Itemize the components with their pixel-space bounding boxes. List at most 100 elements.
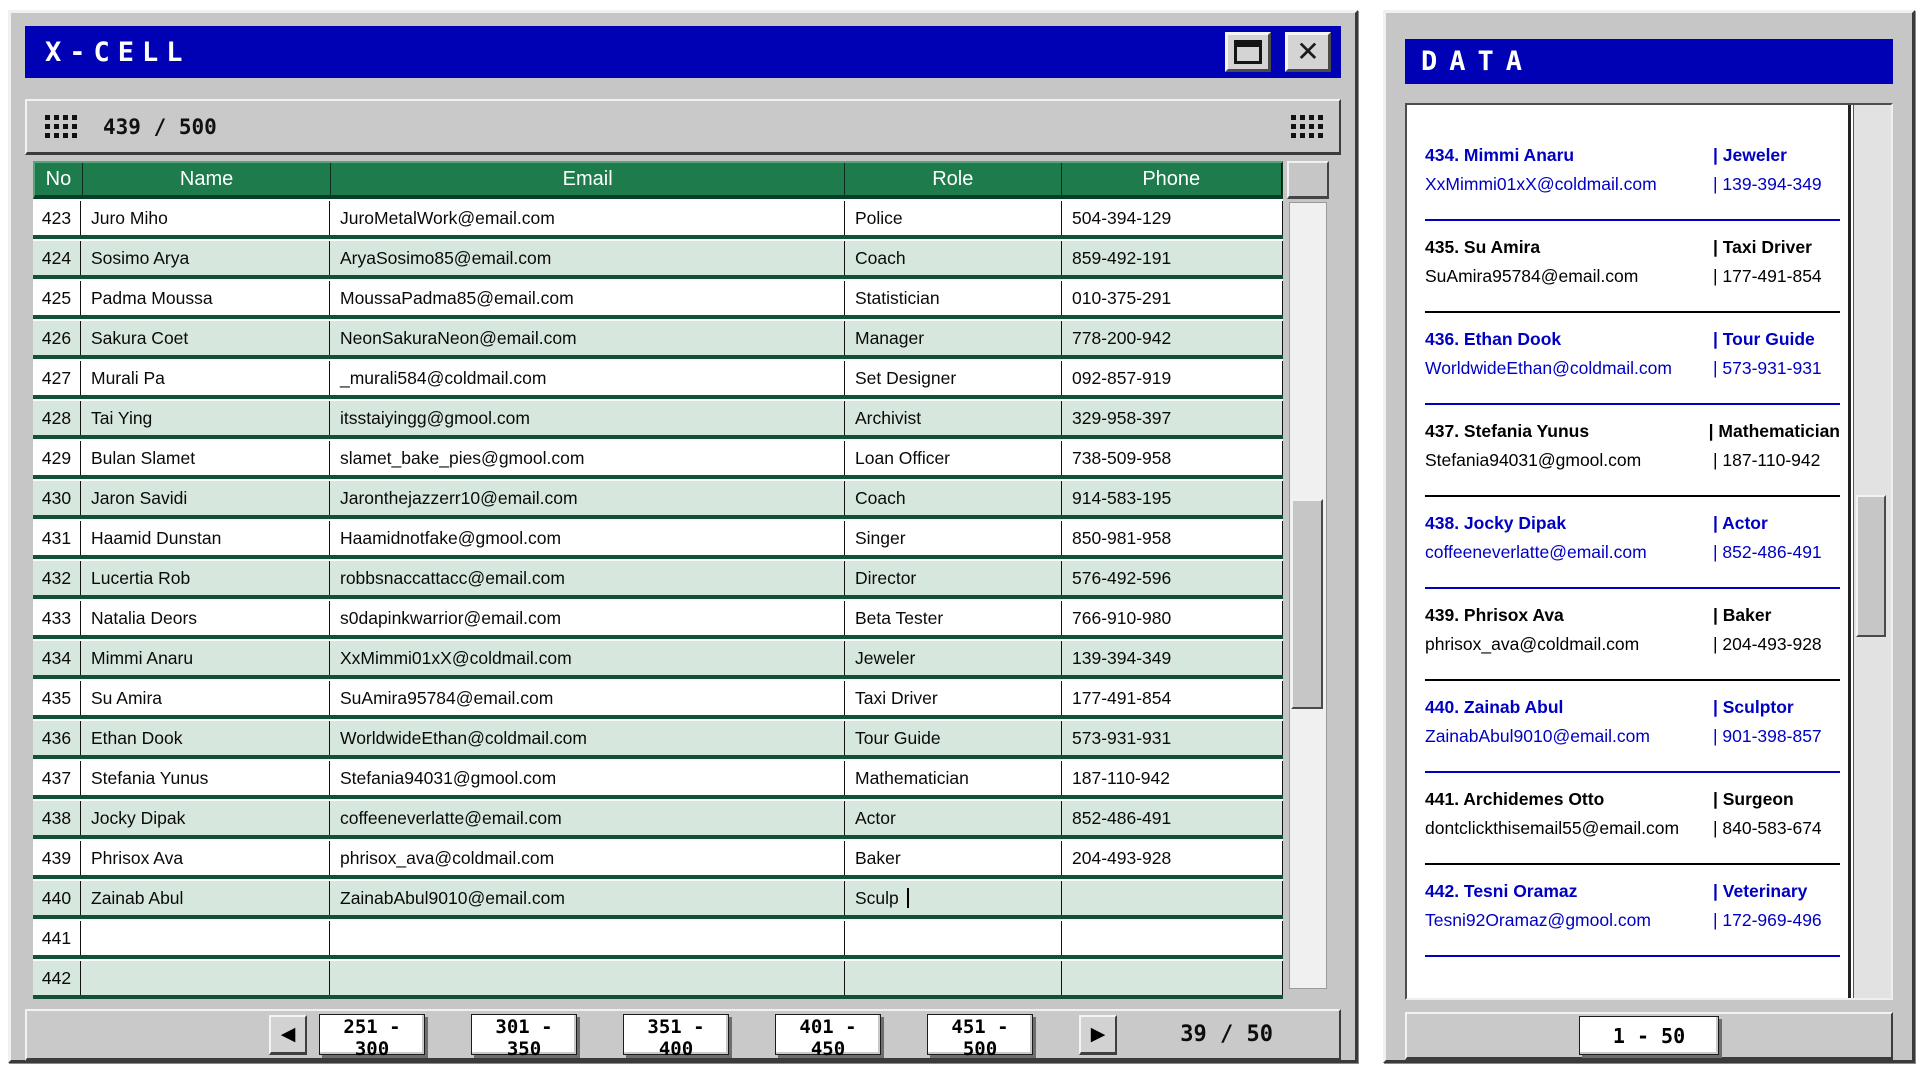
cell-role[interactable]: Baker <box>844 841 1061 875</box>
cell-email[interactable]: AryaSosimo85@email.com <box>329 241 844 275</box>
cell-email[interactable]: phrisox_ava@coldmail.com <box>329 841 844 875</box>
page-button-301-350[interactable]: 301 - 350 <box>471 1014 577 1055</box>
cell-no[interactable]: 423 <box>33 201 80 235</box>
cell-role[interactable]: Police <box>844 201 1061 235</box>
cell-role[interactable]: Loan Officer <box>844 441 1061 475</box>
cell-phone[interactable] <box>1061 961 1283 995</box>
cell-email[interactable]: s0dapinkwarrior@email.com <box>329 601 844 635</box>
cell-name[interactable]: Sosimo Arya <box>80 241 329 275</box>
cell-role[interactable]: Coach <box>844 241 1061 275</box>
table-scrollbar[interactable] <box>1287 161 1329 989</box>
cell-no[interactable]: 433 <box>33 601 80 635</box>
cell-no[interactable]: 442 <box>33 961 80 995</box>
cell-name[interactable]: Stefania Yunus <box>80 761 329 795</box>
cell-phone[interactable]: 778-200-942 <box>1061 321 1283 355</box>
cell-email[interactable]: slamet_bake_pies@gmool.com <box>329 441 844 475</box>
cell-email[interactable]: itsstaiyingg@gmool.com <box>329 401 844 435</box>
cell-phone[interactable]: 859-492-191 <box>1061 241 1283 275</box>
cell-name[interactable]: Jocky Dipak <box>80 801 329 835</box>
cell-email[interactable]: XxMimmi01xX@coldmail.com <box>329 641 844 675</box>
page-button-401-450[interactable]: 401 - 450 <box>775 1014 881 1055</box>
prev-page-button[interactable]: ◀ <box>269 1015 307 1055</box>
cell-phone[interactable]: 187-110-942 <box>1061 761 1283 795</box>
cell-name[interactable]: Haamid Dunstan <box>80 521 329 555</box>
cell-name[interactable]: Bulan Slamet <box>80 441 329 475</box>
cell-name[interactable]: Murali Pa <box>80 361 329 395</box>
cell-email[interactable]: ZainabAbul9010@email.com <box>329 881 844 915</box>
cell-role[interactable]: Statistician <box>844 281 1061 315</box>
close-button[interactable]: ✕ <box>1285 32 1331 72</box>
cell-name[interactable]: Jaron Savidi <box>80 481 329 515</box>
cell-role[interactable]: Taxi Driver <box>844 681 1061 715</box>
cell-no[interactable]: 438 <box>33 801 80 835</box>
cell-phone[interactable]: 573-931-931 <box>1061 721 1283 755</box>
cell-name[interactable] <box>80 921 329 955</box>
cell-role[interactable]: Jeweler <box>844 641 1061 675</box>
page-button-351-400[interactable]: 351 - 400 <box>623 1014 729 1055</box>
cell-role[interactable]: Tour Guide <box>844 721 1061 755</box>
cell-email[interactable]: Jaronthejazzerr10@email.com <box>329 481 844 515</box>
next-page-button[interactable]: ▶ <box>1079 1015 1117 1055</box>
data-scrollbar[interactable] <box>1853 105 1891 998</box>
maximize-button[interactable] <box>1225 32 1271 72</box>
cell-phone[interactable]: 177-491-854 <box>1061 681 1283 715</box>
cell-role[interactable]: Coach <box>844 481 1061 515</box>
cell-role[interactable]: Mathematician <box>844 761 1061 795</box>
scrollbar-thumb[interactable] <box>1291 499 1323 709</box>
cell-no[interactable]: 437 <box>33 761 80 795</box>
cell-role[interactable] <box>844 961 1061 995</box>
cell-no[interactable]: 432 <box>33 561 80 595</box>
cell-name[interactable]: Tai Ying <box>80 401 329 435</box>
cell-no[interactable]: 426 <box>33 321 80 355</box>
cell-name[interactable]: Su Amira <box>80 681 329 715</box>
cell-name[interactable]: Sakura Coet <box>80 321 329 355</box>
page-button-451-500[interactable]: 451 - 500 <box>927 1014 1033 1055</box>
cell-email[interactable]: _murali584@coldmail.com <box>329 361 844 395</box>
cell-no[interactable]: 428 <box>33 401 80 435</box>
cell-name[interactable]: Mimmi Anaru <box>80 641 329 675</box>
cell-phone[interactable]: 139-394-349 <box>1061 641 1283 675</box>
cell-phone[interactable]: 329-958-397 <box>1061 401 1283 435</box>
cell-name[interactable]: Zainab Abul <box>80 881 329 915</box>
data-scrollbar-thumb[interactable] <box>1856 495 1886 637</box>
cell-role[interactable] <box>844 921 1061 955</box>
cell-phone[interactable]: 092-857-919 <box>1061 361 1283 395</box>
cell-email[interactable]: NeonSakuraNeon@email.com <box>329 321 844 355</box>
cell-phone[interactable]: 914-583-195 <box>1061 481 1283 515</box>
cell-email[interactable]: Stefania94031@gmool.com <box>329 761 844 795</box>
cell-phone[interactable]: 766-910-980 <box>1061 601 1283 635</box>
cell-name[interactable]: Juro Miho <box>80 201 329 235</box>
cell-no[interactable]: 440 <box>33 881 80 915</box>
cell-phone[interactable]: 576-492-596 <box>1061 561 1283 595</box>
cell-name[interactable] <box>80 961 329 995</box>
cell-no[interactable]: 441 <box>33 921 80 955</box>
cell-phone[interactable]: 852-486-491 <box>1061 801 1283 835</box>
cell-phone[interactable]: 504-394-129 <box>1061 201 1283 235</box>
cell-phone[interactable] <box>1061 921 1283 955</box>
cell-email[interactable]: robbsnaccattacc@email.com <box>329 561 844 595</box>
cell-name[interactable]: Natalia Deors <box>80 601 329 635</box>
cell-role[interactable]: Manager <box>844 321 1061 355</box>
cell-email[interactable]: WorldwideEthan@coldmail.com <box>329 721 844 755</box>
cell-role[interactable]: Sculp <box>844 881 1061 915</box>
scrollbar-track[interactable] <box>1289 202 1327 989</box>
cell-email[interactable]: MoussaPadma85@email.com <box>329 281 844 315</box>
page-button-251-300[interactable]: 251 - 300 <box>319 1014 425 1055</box>
cell-role[interactable]: Beta Tester <box>844 601 1061 635</box>
cell-no[interactable]: 434 <box>33 641 80 675</box>
cell-role[interactable]: Director <box>844 561 1061 595</box>
cell-phone[interactable]: 204-493-928 <box>1061 841 1283 875</box>
data-titlebar[interactable]: DATA <box>1405 39 1893 84</box>
cell-role[interactable]: Set Designer <box>844 361 1061 395</box>
cell-email[interactable] <box>329 961 844 995</box>
cell-phone[interactable]: 850-981-958 <box>1061 521 1283 555</box>
cell-no[interactable]: 430 <box>33 481 80 515</box>
cell-no[interactable]: 429 <box>33 441 80 475</box>
cell-no[interactable]: 435 <box>33 681 80 715</box>
cell-no[interactable]: 425 <box>33 281 80 315</box>
cell-role[interactable]: Archivist <box>844 401 1061 435</box>
range-button[interactable]: 1 - 50 <box>1579 1016 1719 1055</box>
xcell-titlebar[interactable]: X-CELL ✕ <box>25 26 1341 78</box>
cell-name[interactable]: Padma Moussa <box>80 281 329 315</box>
cell-phone[interactable] <box>1061 881 1283 915</box>
